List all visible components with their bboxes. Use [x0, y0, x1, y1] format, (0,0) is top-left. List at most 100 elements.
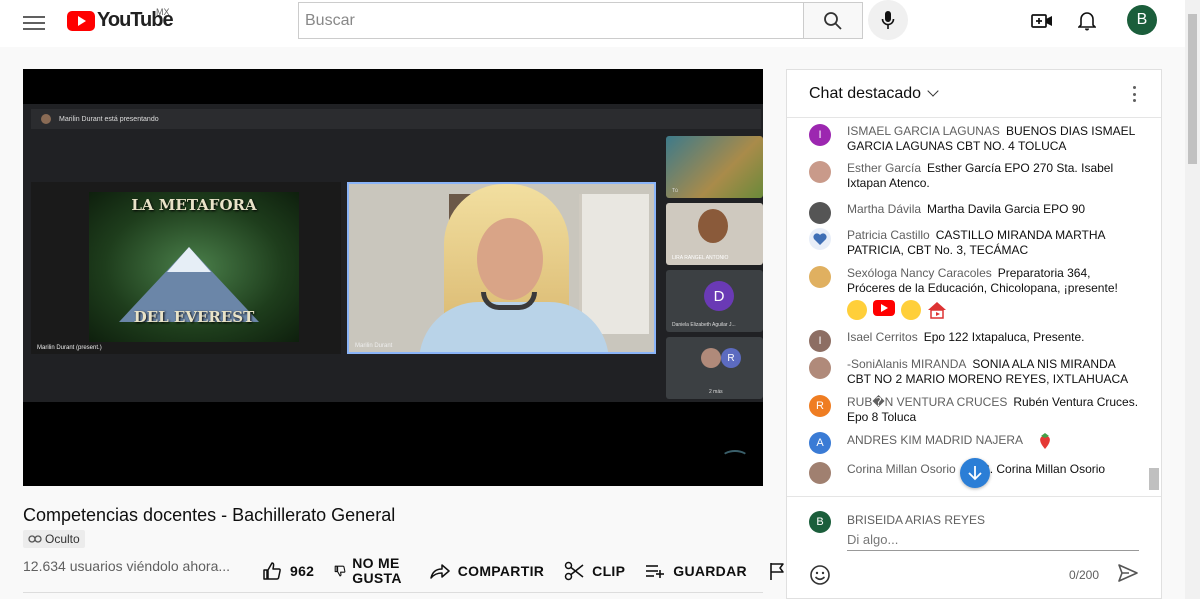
chat-author[interactable]: Martha Dávila — [847, 202, 921, 216]
chat-scrollbar-thumb[interactable] — [1149, 468, 1159, 490]
chat-avatar: R — [809, 395, 831, 417]
bookshelf — [579, 194, 649, 334]
presenter-tile: Marilin Durant — [347, 182, 656, 354]
chat-author[interactable]: RUB�N VENTURA CRUCES — [847, 395, 1007, 409]
chat-text: Epo 122 Ixtapaluca, Presente. — [923, 330, 1085, 344]
participant-avatar: R — [721, 348, 741, 368]
scroll-to-bottom-button[interactable] — [960, 458, 990, 488]
dislike-label-line2: GUSTA — [352, 570, 402, 586]
clip-label: CLIP — [592, 563, 626, 579]
chat-message: A ANDRES KIM MADRID NAJERA — [809, 432, 1139, 454]
presenter-tile-label: Marilin Durant — [355, 343, 393, 349]
youtube-emoji-icon — [873, 300, 895, 316]
share-icon — [429, 564, 450, 579]
participant-avatar — [701, 348, 721, 368]
char-counter: 0/200 — [1069, 568, 1100, 582]
chat-message: -SoniAlanis MIRANDA SONIA ALA NIS MIRANDA… — [809, 357, 1139, 387]
chat-mode-label: Chat destacado — [809, 84, 922, 102]
send-icon — [1118, 564, 1138, 582]
chat-author[interactable]: Isael Cerritos — [847, 330, 918, 344]
chevron-down-icon — [927, 85, 939, 97]
chat-message: I Isael Cerritos Epo 122 Ixtapaluca, Pres… — [809, 330, 1139, 352]
bell-icon — [1078, 12, 1096, 31]
page-scrollbar[interactable] — [1185, 0, 1200, 599]
chat-text: Martha Davila Garcia EPO 90 — [927, 202, 1086, 216]
voice-search-button[interactable] — [868, 0, 908, 40]
emoji-picker-button[interactable] — [809, 564, 831, 586]
video-add-icon — [1031, 14, 1052, 28]
chat-author[interactable]: Corina Millan Osorio — [847, 462, 956, 476]
privacy-badge: Oculto — [23, 530, 85, 548]
search-box[interactable] — [298, 2, 804, 39]
privacy-label: Oculto — [45, 532, 80, 546]
chat-author[interactable]: Esther García — [847, 161, 921, 175]
account-avatar[interactable]: B — [1127, 5, 1157, 35]
chat-avatar: A — [809, 432, 831, 454]
live-chat: Chat destacado I ISMAEL GARCIA LAGUNAS BU… — [786, 69, 1162, 599]
arrow-down-icon — [968, 466, 982, 481]
dislike-button[interactable]: NO ME GUSTA — [334, 556, 401, 586]
action-bar: 962 NO ME GUSTA COMPARTIR CLIP GUARDAR — [262, 555, 793, 587]
chat-author[interactable]: ISMAEL GARCIA LAGUNAS — [847, 124, 1000, 138]
participant-face — [698, 209, 728, 243]
like-button[interactable]: 962 — [262, 561, 314, 581]
search-button[interactable] — [803, 2, 863, 39]
chat-avatar — [809, 357, 831, 379]
side-tile-self: Tú — [666, 136, 763, 198]
chat-header[interactable]: Chat destacado — [787, 70, 1161, 118]
scissors-icon — [564, 561, 584, 581]
menu-icon[interactable] — [23, 12, 45, 32]
chat-message: R RUB�N VENTURA CRUCES Rubén Ventura Cruc… — [809, 395, 1139, 425]
chat-author[interactable]: -SoniAlanis MIRANDA — [847, 357, 966, 371]
chat-author[interactable]: Sexóloga Nancy Caracoles — [847, 266, 992, 280]
chat-author[interactable]: Patricia Castillo — [847, 228, 930, 242]
heart-icon — [813, 233, 827, 245]
slide-title-bottom: DEL EVEREST — [133, 308, 255, 326]
side-tile-more: R 2 más — [666, 337, 763, 399]
chat-avatar — [809, 266, 831, 288]
masthead: YouTube MX B — [0, 0, 1185, 47]
more-options-icon[interactable] — [1133, 86, 1137, 102]
chat-message: I ISMAEL GARCIA LAGUNAS BUENOS DIAS ISMAE… — [809, 124, 1139, 154]
hugging-emoji-icon — [901, 300, 921, 320]
chat-message: Esther García Esther García EPO 270 Sta. … — [809, 161, 1139, 191]
divider — [23, 592, 763, 593]
thinking-emoji-icon — [847, 300, 867, 320]
home-emoji-icon — [927, 300, 947, 320]
chat-avatar: I — [809, 124, 831, 146]
create-video-button[interactable] — [1029, 8, 1055, 34]
side-tile-label: Tú — [672, 188, 678, 194]
chat-composer: B BRISEIDA ARIAS REYES 0/200 — [787, 496, 1161, 598]
slide-image: LA METAFORA DEL EVEREST — [89, 192, 299, 342]
notifications-button[interactable] — [1074, 8, 1100, 34]
video-player[interactable]: Marilin Durant está presentando LA METAF… — [23, 69, 763, 486]
chat-message: Sexóloga Nancy Caracoles Preparatoria 364… — [809, 266, 1139, 324]
viewer-count: 12.634 usuarios viéndolo ahora... — [23, 558, 231, 574]
share-label: COMPARTIR — [457, 563, 545, 579]
chat-input[interactable] — [847, 532, 1139, 547]
side-tile-label: 2 más — [709, 389, 723, 395]
slide-title-top: LA METAFORA — [131, 196, 257, 214]
like-count: 962 — [290, 563, 315, 579]
emoji-row — [847, 300, 947, 320]
watermark-icon — [721, 450, 749, 466]
strawberry-emoji-icon — [1040, 433, 1051, 449]
chat-author[interactable]: ANDRES KIM MADRID NAJERA — [847, 433, 1023, 447]
chat-avatar — [809, 161, 831, 183]
send-button[interactable] — [1117, 563, 1141, 587]
participant-avatar: D — [704, 281, 734, 311]
side-tile-label: Daniela Elizabeth Aguilar J... — [672, 322, 736, 328]
scrollbar-thumb[interactable] — [1188, 14, 1197, 164]
share-button[interactable]: COMPARTIR — [429, 562, 545, 580]
chat-input-field[interactable] — [847, 531, 1139, 551]
clip-button[interactable]: CLIP — [564, 561, 625, 581]
chat-avatar — [809, 462, 831, 484]
my-name: BRISEIDA ARIAS REYES — [847, 513, 986, 527]
thumbs-up-icon — [263, 562, 281, 580]
search-input[interactable] — [305, 11, 803, 30]
save-label: GUARDAR — [673, 563, 747, 579]
mountain-snow-graphic — [167, 247, 211, 272]
chat-scrollbar[interactable] — [1147, 118, 1161, 496]
search-icon — [824, 11, 842, 30]
save-button[interactable]: GUARDAR — [645, 563, 747, 579]
